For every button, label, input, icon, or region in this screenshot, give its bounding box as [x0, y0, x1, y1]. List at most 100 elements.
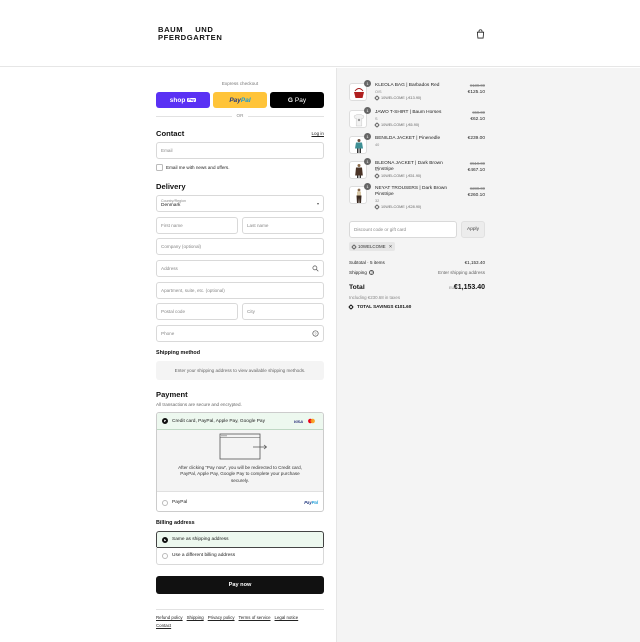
remove-discount-icon[interactable]: ✕: [389, 244, 393, 250]
apply-discount-button[interactable]: Apply: [461, 221, 485, 238]
redirect-message: After clicking “Pay now”, you will be re…: [178, 465, 302, 483]
phone-field[interactable]: Phone ?: [156, 325, 324, 342]
radio-selected[interactable]: [162, 418, 168, 424]
tag-icon: [374, 95, 380, 101]
payment-option-paypal[interactable]: PayPal PayPal: [157, 493, 323, 511]
savings-text: TOTAL SAVINGS €101.60: [357, 304, 412, 309]
shipping-method-info: Enter your shipping address to view avai…: [156, 361, 324, 380]
apartment-field[interactable]: Apartment, suite, etc. (optional): [156, 282, 324, 299]
paypal-text-a: Pay: [229, 96, 241, 104]
info-icon[interactable]: ?: [369, 270, 375, 276]
item-price: €260.10: [467, 193, 485, 198]
paypal-logo-b: Pal: [311, 500, 318, 505]
cart-item: 1 BLEONA JACKET | Dark Brown Pinstripe 3…: [349, 158, 485, 183]
delivery-heading: Delivery: [156, 182, 186, 191]
applied-code: 10WELCOME: [358, 244, 386, 249]
billing-different-label: Use a different billing address: [172, 553, 236, 558]
item-discount-text: 10WELCOME (-€6.90): [381, 123, 420, 127]
contact-link[interactable]: Contact: [156, 623, 171, 628]
payment-heading: Payment: [156, 390, 188, 399]
shop-pay-badge: Pay: [186, 98, 197, 102]
cart-item: 1 JAWO T-SHIRT | Baum Horses S 10WELCOME…: [349, 107, 485, 132]
item-name: NEYAT TROUSERS | Dark Brown Pinstripe: [375, 186, 448, 197]
billing-same-option[interactable]: Same as shipping address: [156, 531, 324, 548]
subtotal-label: Subtotal · 5 items: [349, 260, 385, 265]
item-price: €467.10: [467, 168, 485, 173]
visa-icon: VISA: [293, 419, 303, 424]
country-select[interactable]: Country/Region Denmark ▾: [156, 195, 324, 212]
shipping-label: Shipping: [349, 270, 367, 275]
item-name: BLEONA JACKET | Dark Brown Pinstripe: [375, 161, 443, 172]
item-original-price: €69.00: [472, 110, 485, 115]
footer-divider: [156, 609, 324, 610]
paypal-option-label: PayPal: [172, 500, 188, 505]
item-original-price: €289.00: [469, 186, 485, 191]
paypal-text-b: Pal: [240, 96, 251, 104]
address-field[interactable]: Address: [156, 260, 324, 277]
last-name-field[interactable]: Last name: [242, 217, 324, 234]
browser-redirect-icon: [219, 433, 268, 460]
brand-logo[interactable]: BAUM UND PFERDGARTEN: [158, 26, 222, 42]
checkbox-box[interactable]: [156, 164, 163, 171]
cart-item: 1 KLEOLA BAG | Barbados Red O/S 10WELCOM…: [349, 80, 485, 105]
tag-icon: [348, 303, 354, 310]
tag-icon: [374, 122, 380, 128]
or-text: OR: [236, 113, 244, 118]
pay-now-button[interactable]: Pay now: [156, 576, 324, 594]
svg-text:?: ?: [314, 332, 316, 336]
billing-different-option[interactable]: Use a different billing address: [156, 547, 324, 565]
item-discount: 10WELCOME (-€51.90): [374, 173, 421, 179]
item-discount-text: 10WELCOME (-€28.90): [381, 205, 422, 209]
google-g-icon: G: [287, 96, 293, 104]
terms-link[interactable]: Terms of service: [239, 615, 271, 620]
item-price: €125.10: [467, 90, 485, 95]
address-placeholder: Address: [161, 266, 178, 271]
payment-option-credit-card[interactable]: Credit card, PayPal, Apple Pay, Google P…: [157, 413, 323, 430]
item-variant: S: [375, 117, 378, 121]
mastercard-icon: [308, 418, 315, 424]
subtotal-value: €1,153.40: [464, 260, 485, 265]
tag-icon: [351, 243, 357, 250]
radio-unselected[interactable]: [162, 499, 168, 506]
paypal-express-button[interactable]: Pay Pal: [213, 92, 267, 108]
shop-pay-text: shop: [169, 96, 186, 104]
legal-notice-link[interactable]: Legal notice: [275, 615, 299, 620]
login-link[interactable]: Log in: [311, 131, 324, 136]
help-icon[interactable]: ?: [312, 330, 319, 337]
radio-selected[interactable]: [162, 536, 168, 543]
postal-code-field[interactable]: Postal code: [156, 303, 238, 320]
city-field[interactable]: City: [242, 303, 324, 320]
billing-heading: Billing address: [156, 520, 195, 526]
quantity-badge: 1: [364, 158, 371, 165]
shop-pay-button[interactable]: shop Pay: [156, 92, 210, 108]
company-field[interactable]: Company (optional): [156, 238, 324, 255]
search-icon: [312, 265, 319, 272]
total-value: €1,153.40: [453, 284, 485, 291]
privacy-policy-link[interactable]: Privacy policy: [208, 615, 235, 620]
shopping-bag-icon[interactable]: [476, 29, 485, 39]
quantity-badge: 1: [364, 107, 371, 114]
billing-same-label: Same as shipping address: [172, 537, 229, 542]
phone-placeholder: Phone: [161, 331, 175, 336]
or-divider: OR: [156, 112, 324, 120]
footer-links: Refund policy Shipping Privacy policy Terms…: [156, 614, 324, 630]
item-name: BENILDA JACKET | Pinenedle: [375, 136, 441, 141]
radio-unselected[interactable]: [162, 552, 168, 559]
chevron-down-icon: ▾: [316, 201, 319, 206]
shipping-row: Shipping ? Enter shipping address: [349, 270, 485, 276]
newsletter-label: Email me with news and offers.: [166, 165, 230, 170]
first-name-field[interactable]: First name: [156, 217, 238, 234]
google-pay-button[interactable]: G Pay: [270, 92, 324, 108]
quantity-badge: 1: [364, 133, 371, 140]
shipping-link[interactable]: Shipping: [187, 615, 204, 620]
refund-policy-link[interactable]: Refund policy: [156, 615, 183, 620]
country-value: Denmark: [161, 203, 181, 208]
paypal-logo-a: Pay: [304, 500, 312, 505]
express-checkout-label: Express checkout: [221, 81, 259, 86]
discount-code-input[interactable]: Discount code or gift card: [349, 221, 457, 238]
subtotal-row: Subtotal · 5 items €1,153.40: [349, 260, 485, 265]
tag-icon: [374, 204, 380, 210]
newsletter-checkbox[interactable]: Email me with news and offers.: [156, 164, 230, 171]
email-field[interactable]: Email: [156, 142, 324, 159]
contact-heading: Contact: [156, 129, 185, 138]
